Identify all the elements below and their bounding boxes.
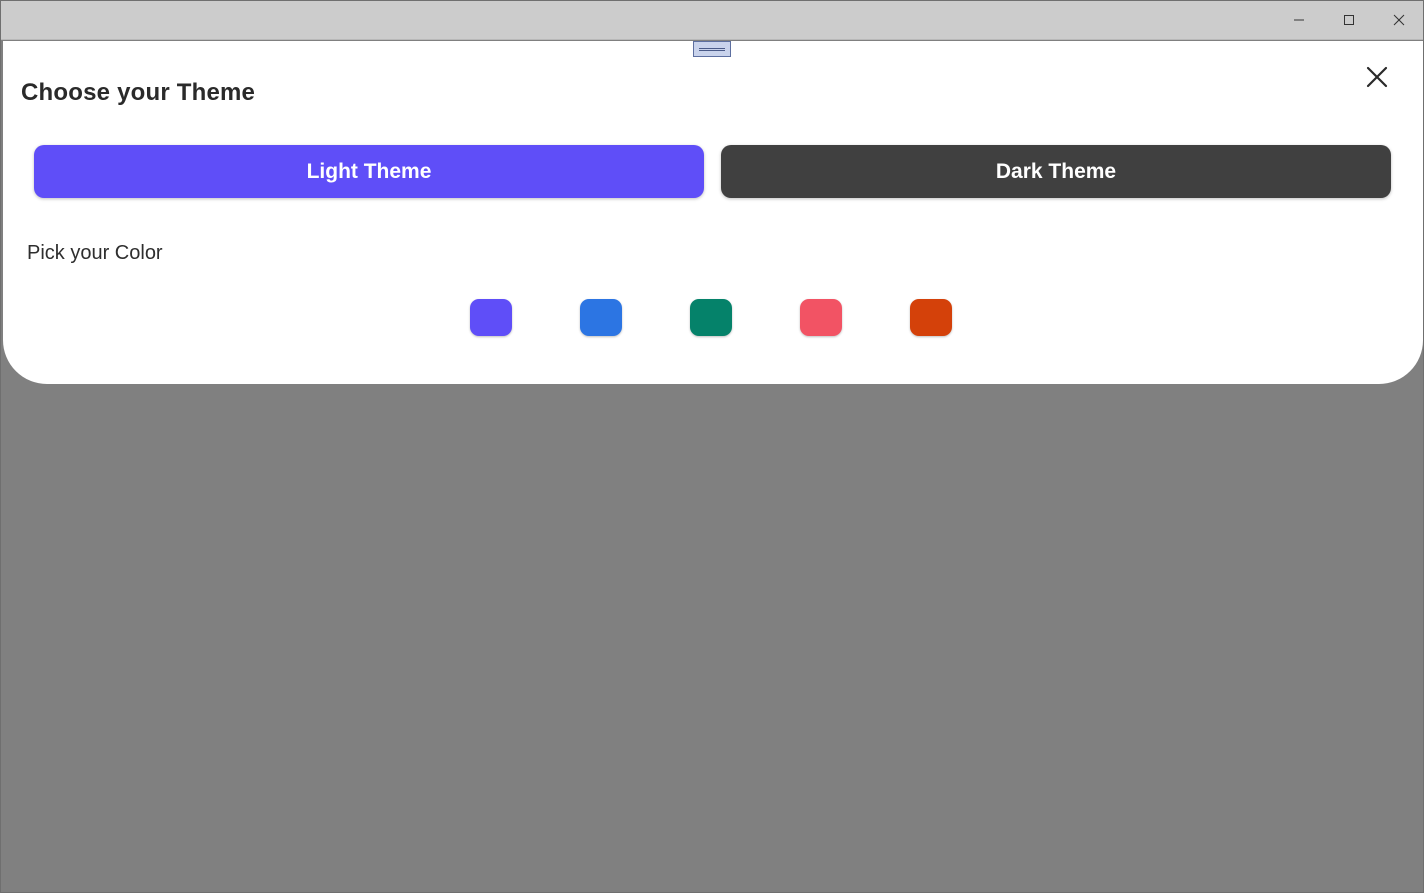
maximize-button[interactable]	[1324, 1, 1374, 39]
minimize-icon	[1294, 19, 1304, 21]
close-icon	[1366, 66, 1388, 88]
pick-color-label: Pick your Color	[27, 242, 163, 264]
drag-handle[interactable]	[693, 41, 731, 57]
color-swatch-purple[interactable]	[470, 299, 512, 336]
maximize-icon	[1344, 15, 1354, 25]
close-icon	[1393, 14, 1405, 26]
dark-theme-button[interactable]: Dark Theme	[721, 145, 1391, 198]
color-swatch-blue[interactable]	[580, 299, 622, 336]
title-bar[interactable]	[1, 1, 1423, 40]
color-swatch-orange[interactable]	[910, 299, 952, 336]
color-swatches	[470, 299, 952, 336]
grip-icon	[699, 47, 725, 51]
color-swatch-coral[interactable]	[800, 299, 842, 336]
theme-bottom-sheet: Choose your Theme Light Theme Dark Theme…	[3, 41, 1423, 384]
app-window: Choose your Theme Light Theme Dark Theme…	[0, 0, 1424, 893]
close-window-button[interactable]	[1374, 1, 1424, 39]
close-sheet-button[interactable]	[1361, 61, 1393, 93]
minimize-button[interactable]	[1274, 1, 1324, 39]
color-swatch-teal[interactable]	[690, 299, 732, 336]
sheet-title: Choose your Theme	[21, 79, 256, 106]
light-theme-button[interactable]: Light Theme	[34, 145, 704, 198]
